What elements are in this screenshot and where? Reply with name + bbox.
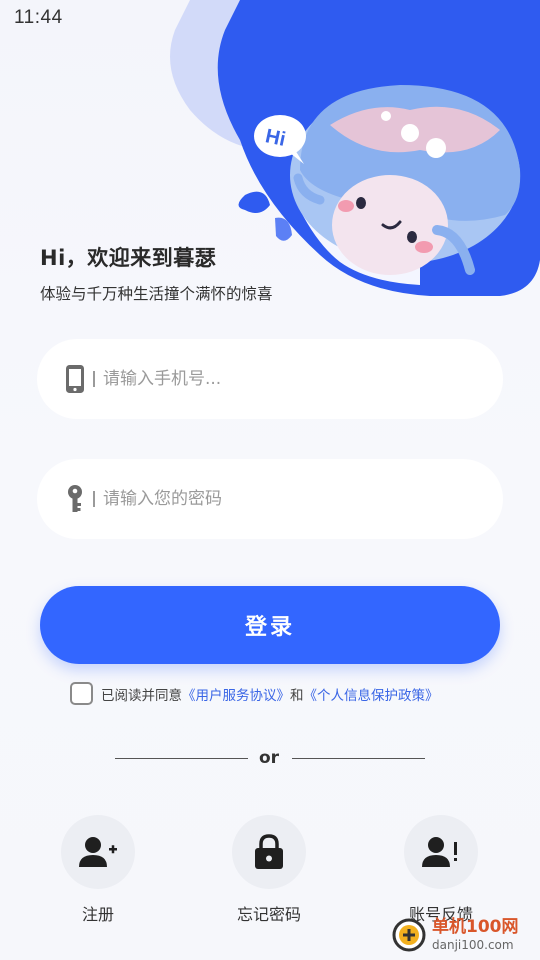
agreement-checkbox[interactable] [70,682,93,705]
login-button[interactable]: 登录 [40,586,500,664]
register-button[interactable] [61,815,135,889]
forgot-password-action[interactable]: 忘记密码 [214,815,324,925]
divider-line-left [115,758,248,759]
text-caret [93,371,95,387]
privacy-link[interactable]: 《个人信息保护政策》 [304,684,439,704]
status-time: 11:44 [14,7,63,28]
account-feedback-button[interactable] [404,815,478,889]
text-caret [93,491,95,507]
phone-input[interactable] [103,369,463,389]
password-field[interactable] [37,459,503,539]
welcome-title: Hi，欢迎来到暮瑟 [40,246,217,270]
welcome-subtitle: 体验与千万种生活撞个满怀的惊喜 [40,285,273,303]
agreement-prefix: 已阅读并同意 [101,687,182,704]
watermark: 单机100网 danji100.com [392,918,519,952]
watermark-name: 单机100网 [432,917,519,937]
register-label: 注册 [81,905,114,924]
phone-icon [65,365,85,393]
watermark-domain: danji100.com [432,938,514,952]
watermark-logo-icon [392,918,426,952]
phone-field[interactable] [37,339,503,419]
divider-line-right [292,758,425,759]
account-feedback-action[interactable]: 账号反馈 [386,815,496,925]
key-icon [65,485,85,513]
password-input[interactable] [103,489,463,509]
register-action[interactable]: 注册 [43,815,153,925]
forgot-password-button[interactable] [232,815,306,889]
divider-or-text: or [259,748,280,768]
forgot-password-label: 忘记密码 [236,905,301,924]
add-user-icon [79,837,117,867]
watermark-text: 单机100网 danji100.com [432,917,519,952]
agreement-conjunction: 和 [290,687,304,704]
user-alert-icon [422,837,457,867]
lock-icon [255,834,283,869]
terms-link[interactable]: 《用户服务协议》 [182,684,290,704]
agreement-row: 已阅读并同意 《用户服务协议》 和 《个人信息保护政策》 [70,682,439,705]
